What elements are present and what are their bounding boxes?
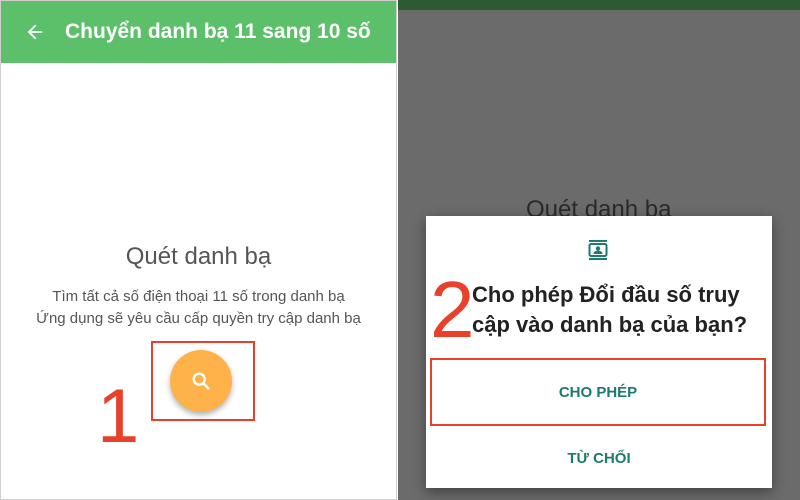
scan-title: Quét danh bạ [125, 243, 272, 270]
dialog-message: Cho phép Đổi đầu số truy cập vào danh bạ… [472, 282, 748, 337]
app-title: Chuyển danh bạ 11 sang 10 số [65, 20, 371, 43]
allow-button[interactable]: CHO PHÉP [432, 360, 764, 424]
contact-card-icon [588, 240, 608, 260]
step-marker-1: 1 [97, 374, 140, 459]
step-marker-2: 2 [430, 265, 475, 354]
scan-button[interactable] [170, 350, 232, 412]
search-icon [192, 372, 210, 390]
arrow-left-icon [27, 24, 43, 40]
scan-description-line2: Ứng dụng sẽ yêu cầu cấp quyền try cập da… [36, 310, 361, 327]
permission-dialog: Cho phép Đổi đầu số truy cập vào danh bạ… [426, 216, 772, 488]
right-screen: Quét danh bạ Cho phép Đổi đầu số truy cậ… [398, 0, 800, 500]
app-bar: Chuyển danh bạ 11 sang 10 số [1, 1, 396, 63]
back-button[interactable] [15, 12, 55, 52]
highlight-box-allow: CHO PHÉP [430, 358, 766, 426]
left-screen: Chuyển danh bạ 11 sang 10 số Quét danh b… [0, 0, 397, 500]
scan-description-line1: Tìm tất cả số điện thoại 11 số trong dan… [52, 288, 345, 305]
highlight-box-scan [151, 341, 255, 421]
dimmed-app-bar [398, 0, 800, 10]
deny-button[interactable]: TỪ CHỐI [426, 438, 772, 478]
